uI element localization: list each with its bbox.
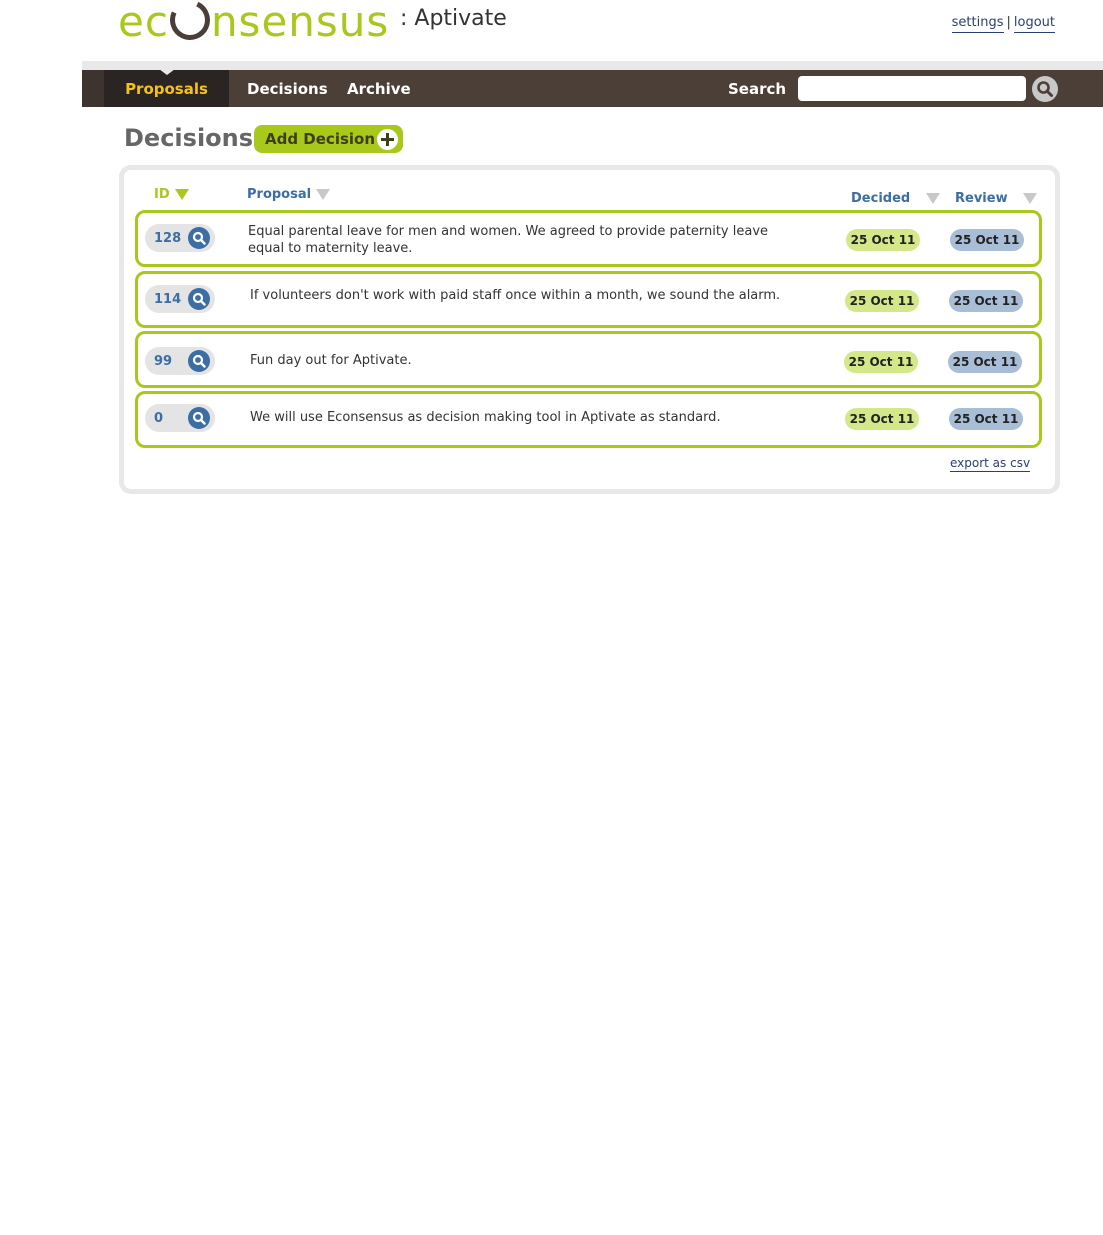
row-id: 0 bbox=[154, 410, 164, 426]
view-magnifier-icon[interactable] bbox=[188, 350, 210, 372]
tab-proposals-label: Proposals bbox=[125, 79, 208, 98]
column-header-review-label: Review bbox=[955, 191, 1008, 206]
organization-name: : Aptivate bbox=[400, 6, 507, 31]
id-pill: 99 bbox=[145, 347, 215, 375]
logo-text-ec: ec bbox=[118, 0, 169, 46]
logout-link[interactable]: logout bbox=[1013, 15, 1055, 33]
add-decision-label: Add Decision bbox=[265, 130, 376, 148]
search-input[interactable] bbox=[798, 76, 1026, 101]
id-pill: 0 bbox=[145, 404, 215, 432]
add-decision-button[interactable]: Add Decision bbox=[254, 125, 403, 153]
sort-triangle-down-icon bbox=[1022, 193, 1037, 204]
row-id: 99 bbox=[154, 353, 173, 369]
table-row[interactable]: 128 Equal parental leave for men and wom… bbox=[135, 210, 1042, 267]
link-separator: | bbox=[1006, 15, 1011, 30]
navbar-edge bbox=[82, 70, 104, 107]
id-pill: 114 bbox=[145, 285, 215, 313]
sort-triangle-down-icon bbox=[316, 189, 331, 200]
column-header-review[interactable]: Review bbox=[955, 191, 1037, 206]
column-header-proposal-label: Proposal bbox=[247, 187, 312, 202]
column-header-id-label: ID bbox=[154, 187, 170, 202]
column-header-decided[interactable]: Decided bbox=[851, 191, 941, 206]
decided-date-badge: 25 Oct 11 bbox=[844, 351, 918, 373]
row-proposal-text: If volunteers don't work with paid staff… bbox=[250, 288, 781, 303]
header-band bbox=[82, 61, 1103, 70]
user-links: settings | logout bbox=[951, 15, 1055, 33]
sort-triangle-down-icon bbox=[174, 189, 189, 200]
decided-date-badge: 25 Oct 11 bbox=[845, 408, 919, 430]
column-header-id[interactable]: ID bbox=[154, 187, 189, 202]
logo-text-nsensus: nsensus bbox=[210, 0, 390, 46]
view-magnifier-icon[interactable] bbox=[188, 227, 210, 249]
row-proposal-text: We will use Econsensus as decision makin… bbox=[250, 410, 721, 425]
tab-decisions[interactable]: Decisions bbox=[247, 70, 328, 107]
sort-triangle-down-icon bbox=[926, 193, 941, 204]
row-id: 128 bbox=[154, 230, 182, 246]
tab-decisions-label: Decisions bbox=[247, 79, 328, 98]
tab-archive-label: Archive bbox=[347, 79, 411, 98]
decided-date-badge: 25 Oct 11 bbox=[846, 229, 920, 251]
row-proposal-text: Fun day out for Aptivate. bbox=[250, 353, 412, 368]
tab-archive[interactable]: Archive bbox=[347, 70, 411, 107]
tab-proposals[interactable]: Proposals bbox=[104, 69, 229, 107]
search-button[interactable] bbox=[1032, 76, 1058, 102]
row-proposal-text: Equal parental leave for men and women. … bbox=[248, 224, 769, 256]
plus-circle-icon bbox=[377, 129, 398, 150]
logo-ring-icon bbox=[164, 0, 216, 46]
table-row[interactable]: 99 Fun day out for Aptivate. 25 Oct 11 2… bbox=[135, 331, 1042, 388]
view-magnifier-icon[interactable] bbox=[188, 288, 210, 310]
export-csv-link[interactable]: export as csv bbox=[950, 456, 1031, 472]
search-label: Search bbox=[728, 79, 787, 98]
review-date-badge: 25 Oct 11 bbox=[950, 229, 1024, 251]
page-title: Decisions bbox=[124, 124, 254, 152]
table-row[interactable]: 114 If volunteers don't work with paid s… bbox=[135, 271, 1042, 328]
column-header-decided-label: Decided bbox=[851, 191, 911, 206]
id-pill: 128 bbox=[145, 224, 215, 252]
column-header-proposal[interactable]: Proposal bbox=[247, 187, 331, 202]
app-logo: ec nsensus bbox=[118, 0, 389, 46]
magnifier-icon bbox=[1037, 81, 1053, 97]
table-row[interactable]: 0 We will use Econsensus as decision mak… bbox=[135, 391, 1042, 448]
decided-date-badge: 25 Oct 11 bbox=[845, 290, 919, 312]
review-date-badge: 25 Oct 11 bbox=[949, 290, 1023, 312]
view-magnifier-icon[interactable] bbox=[188, 407, 210, 429]
settings-link[interactable]: settings bbox=[951, 15, 1004, 33]
active-tab-notch bbox=[158, 69, 175, 75]
review-date-badge: 25 Oct 11 bbox=[948, 351, 1022, 373]
row-id: 114 bbox=[154, 291, 182, 307]
main-navbar: Proposals Decisions Archive Search bbox=[82, 69, 1103, 107]
review-date-badge: 25 Oct 11 bbox=[949, 408, 1023, 430]
